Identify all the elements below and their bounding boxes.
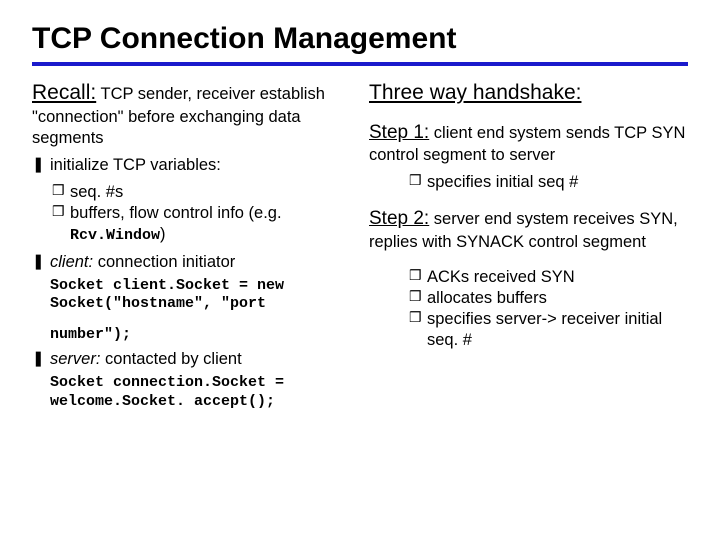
slide: TCP Connection Management Recall: TCP se… [0, 0, 720, 436]
right-column: Three way handshake: Step 1: client end … [369, 80, 688, 416]
y-bullet-icon: ❒ [52, 203, 70, 245]
handshake-heading: Three way handshake: [369, 80, 688, 107]
client-lead: client: [50, 253, 93, 271]
title-rule [32, 62, 688, 66]
y-bullet-icon: ❒ [409, 267, 427, 288]
step2-block: Step 2: server end system receives SYN, … [369, 207, 688, 252]
step2-sub2: ❒ allocates buffers [409, 288, 688, 309]
server-text: server: contacted by client [50, 349, 242, 370]
seq-text: seq. #s [70, 182, 123, 203]
code-line: number"); [50, 326, 351, 345]
code-line: Socket connection.Socket = [50, 374, 351, 393]
y-bullet-icon: ❒ [409, 309, 427, 351]
z-bullet-icon: ❚ [32, 155, 50, 176]
z-bullet-icon: ❚ [32, 252, 50, 273]
y-bullet-icon: ❒ [52, 182, 70, 203]
step2-sub3-text: specifies server-> receiver initial seq.… [427, 309, 688, 351]
buffers-mono: Rcv.Window [70, 227, 160, 244]
step2-label: Step 2: [369, 208, 429, 229]
buffers-b: ) [160, 225, 166, 243]
step1-label: Step 1: [369, 122, 429, 143]
seq-item: ❒ seq. #s [52, 182, 351, 203]
init-item: ❚ initialize TCP variables: [32, 155, 351, 176]
step1-block: Step 1: client end system sends TCP SYN … [369, 121, 688, 166]
code-line: Socket client.Socket = new [50, 277, 351, 296]
step2-sub2-text: allocates buffers [427, 288, 547, 309]
client-text: client: connection initiator [50, 252, 235, 273]
code-line: welcome.Socket. accept(); [50, 393, 351, 412]
step2-sub1: ❒ ACKs received SYN [409, 267, 688, 288]
columns: Recall: TCP sender, receiver establish "… [32, 80, 688, 416]
buffers-item: ❒ buffers, flow control info (e.g. Rcv.W… [52, 203, 351, 245]
server-code: Socket connection.Socket = welcome.Socke… [50, 374, 351, 412]
server-lead: server: [50, 350, 100, 368]
recall-label: Recall: [32, 81, 96, 104]
client-item: ❚ client: connection initiator [32, 252, 351, 273]
init-text: initialize TCP variables: [50, 155, 221, 176]
recall-block: Recall: TCP sender, receiver establish "… [32, 80, 351, 149]
server-rest: contacted by client [100, 350, 241, 368]
z-bullet-icon: ❚ [32, 349, 50, 370]
y-bullet-icon: ❒ [409, 172, 427, 193]
step1-sub1: ❒ specifies initial seq # [409, 172, 688, 193]
step2-sub1-text: ACKs received SYN [427, 267, 575, 288]
server-item: ❚ server: contacted by client [32, 349, 351, 370]
y-bullet-icon: ❒ [409, 288, 427, 309]
client-rest: connection initiator [93, 253, 235, 271]
slide-title: TCP Connection Management [32, 22, 688, 56]
step1-sub1-text: specifies initial seq # [427, 172, 578, 193]
left-column: Recall: TCP sender, receiver establish "… [32, 80, 351, 416]
client-code: Socket client.Socket = new Socket("hostn… [50, 277, 351, 345]
buffers-text: buffers, flow control info (e.g. Rcv.Win… [70, 203, 351, 245]
buffers-a: buffers, flow control info (e.g. [70, 204, 282, 222]
step2-sub3: ❒ specifies server-> receiver initial se… [409, 309, 688, 351]
code-line: Socket("hostname", "port [50, 295, 351, 314]
